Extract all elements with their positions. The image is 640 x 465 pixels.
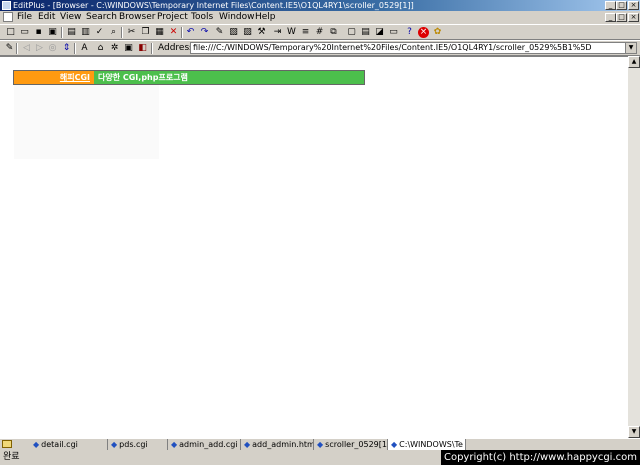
- font-icon[interactable]: A: [79, 43, 90, 54]
- ruler-icon[interactable]: ≡: [300, 27, 311, 38]
- menu-browser[interactable]: Browser: [119, 11, 155, 24]
- print-icon[interactable]: ▥: [80, 27, 91, 38]
- menu-window[interactable]: Window: [219, 11, 255, 24]
- scroll-down-icon[interactable]: ▼: [628, 426, 640, 438]
- menu-file[interactable]: File: [17, 11, 32, 24]
- copyright-watermark: Copyright(c) http://www.happycgi.com: [440, 450, 640, 465]
- linenumber-icon[interactable]: #: [314, 27, 325, 38]
- tools-icon[interactable]: ⚒: [256, 27, 267, 38]
- menu-tools[interactable]: Tools: [191, 11, 213, 24]
- tab-add-admin-html[interactable]: ◆ add_admin.html: [241, 439, 314, 450]
- close-button[interactable]: ×: [628, 1, 639, 10]
- find-icon[interactable]: ⌕: [108, 27, 119, 38]
- browser-content: 해피CGI 다양한 CGI,php프로그램: [0, 56, 628, 438]
- new-file-icon[interactable]: □: [5, 27, 16, 38]
- separator: [61, 27, 63, 38]
- paste-icon[interactable]: ▦: [154, 27, 165, 38]
- bookmark-icon[interactable]: ◧: [137, 43, 148, 54]
- banner-text: 다양한 CGI,php프로그램: [98, 73, 188, 82]
- spellcheck-icon[interactable]: ✓: [94, 27, 105, 38]
- separator: [121, 27, 123, 38]
- banner-left-box: 해피CGI: [14, 71, 94, 84]
- status-text: 완료: [3, 452, 20, 462]
- separator: [74, 43, 76, 54]
- print-preview-icon[interactable]: ▤: [66, 27, 77, 38]
- undo-icon[interactable]: ↶: [185, 27, 196, 38]
- copy-icon[interactable]: ❐: [140, 27, 151, 38]
- separator: [16, 43, 18, 54]
- cascade-icon[interactable]: ◪: [374, 27, 385, 38]
- menu-search[interactable]: Search: [86, 11, 117, 24]
- hex-icon[interactable]: ✎: [214, 27, 225, 38]
- vertical-scrollbar[interactable]: ▲ ▼: [628, 56, 640, 438]
- tile-icon[interactable]: ▤: [360, 27, 371, 38]
- browser-icon[interactable]: ▧: [228, 27, 239, 38]
- cut-icon[interactable]: ✂: [126, 27, 137, 38]
- menu-help[interactable]: Help: [255, 11, 276, 24]
- maximize-button[interactable]: □: [616, 1, 627, 10]
- status-bar: 완료 Copyright(c) http://www.happycgi.com: [0, 450, 640, 465]
- refresh-icon[interactable]: ◎: [47, 43, 58, 54]
- folder-icon[interactable]: [2, 440, 12, 448]
- chevron-down-icon[interactable]: ▼: [625, 43, 636, 53]
- document-icon[interactable]: ▨: [242, 27, 253, 38]
- happycgi-banner: 해피CGI 다양한 CGI,php프로그램: [13, 70, 365, 85]
- tab-scroller[interactable]: ◆ scroller_0529[1]: [314, 439, 388, 450]
- pen-icon[interactable]: ✎: [4, 43, 15, 54]
- stop-icon[interactable]: ×: [418, 27, 429, 38]
- document-tab-bar: ◆ detail.cgi ◆ pds.cgi ◆ admin_add.cgi ◆ add…: [0, 438, 640, 450]
- menu-project[interactable]: Project: [157, 11, 188, 24]
- mdi-minimize-button[interactable]: _: [605, 13, 616, 22]
- maximize-icon[interactable]: ▢: [346, 27, 357, 38]
- tab-pds-cgi[interactable]: ◆ pds.cgi: [108, 439, 168, 450]
- mdi-close-button[interactable]: ×: [628, 13, 639, 22]
- separator: [181, 27, 183, 38]
- address-input[interactable]: file:///C:/WINDOWS/Temporary%20Internet%…: [190, 42, 637, 54]
- scroll-up-icon[interactable]: ▲: [628, 56, 640, 68]
- address-label: Address: [158, 43, 194, 53]
- settings-icon[interactable]: ✿: [432, 27, 443, 38]
- menu-view[interactable]: View: [60, 11, 81, 24]
- minimize-button[interactable]: _: [605, 1, 616, 10]
- mdi-restore-button[interactable]: □: [616, 13, 627, 22]
- menu-edit[interactable]: Edit: [38, 11, 55, 24]
- window-title: EditPlus - [Browser - C:\WINDOWS\Tempora…: [13, 1, 414, 10]
- image-icon[interactable]: ▣: [123, 43, 134, 54]
- save-all-icon[interactable]: ▣: [47, 27, 58, 38]
- help-icon[interactable]: ?: [404, 27, 415, 38]
- delete-icon[interactable]: ✕: [168, 27, 179, 38]
- wordwrap-icon[interactable]: W: [286, 27, 297, 38]
- menu-bar: File Edit View Search Browser Project To…: [0, 11, 640, 24]
- indent-icon[interactable]: ⇥: [272, 27, 283, 38]
- sync-icon[interactable]: ⇕: [61, 43, 72, 54]
- tab-admin-add-cgi[interactable]: ◆ admin_add.cgi: [168, 439, 241, 450]
- redo-icon[interactable]: ↷: [199, 27, 210, 38]
- address-value: file:///C:/WINDOWS/Temporary%20Internet%…: [193, 43, 592, 52]
- document-window-icon[interactable]: [3, 12, 13, 22]
- tab-detail-cgi[interactable]: ◆ detail.cgi: [30, 439, 108, 450]
- tab-browser-active[interactable]: ◆ C:\WINDOWS\Te: [388, 439, 466, 450]
- back-icon[interactable]: ◁: [21, 43, 32, 54]
- happycgi-link[interactable]: 해피CGI: [60, 73, 90, 82]
- browser-toolbar: ✎ ◁ ▷ ◎ ⇕ A ⌂ ✲ ▣ ◧ Address file:///C:/W…: [0, 40, 640, 56]
- app-icon: [2, 1, 11, 10]
- main-toolbar: □ ▭ ▪ ▣ ▤ ▥ ✓ ⌕ ✂ ❐ ▦ ✕ ↶ ↷ ✎ ▧ ▨ ⚒ ⇥ W …: [0, 24, 640, 40]
- fullscreen-icon[interactable]: ▭: [388, 27, 399, 38]
- open-icon[interactable]: ▭: [19, 27, 30, 38]
- blank-frame: [14, 85, 159, 159]
- forward-icon[interactable]: ▷: [34, 43, 45, 54]
- home-icon[interactable]: ⌂: [95, 43, 106, 54]
- gear-icon[interactable]: ✲: [109, 43, 120, 54]
- window-icon[interactable]: ⧉: [328, 27, 339, 38]
- title-bar: EditPlus - [Browser - C:\WINDOWS\Tempora…: [0, 0, 640, 11]
- separator: [151, 43, 153, 54]
- save-icon[interactable]: ▪: [33, 27, 44, 38]
